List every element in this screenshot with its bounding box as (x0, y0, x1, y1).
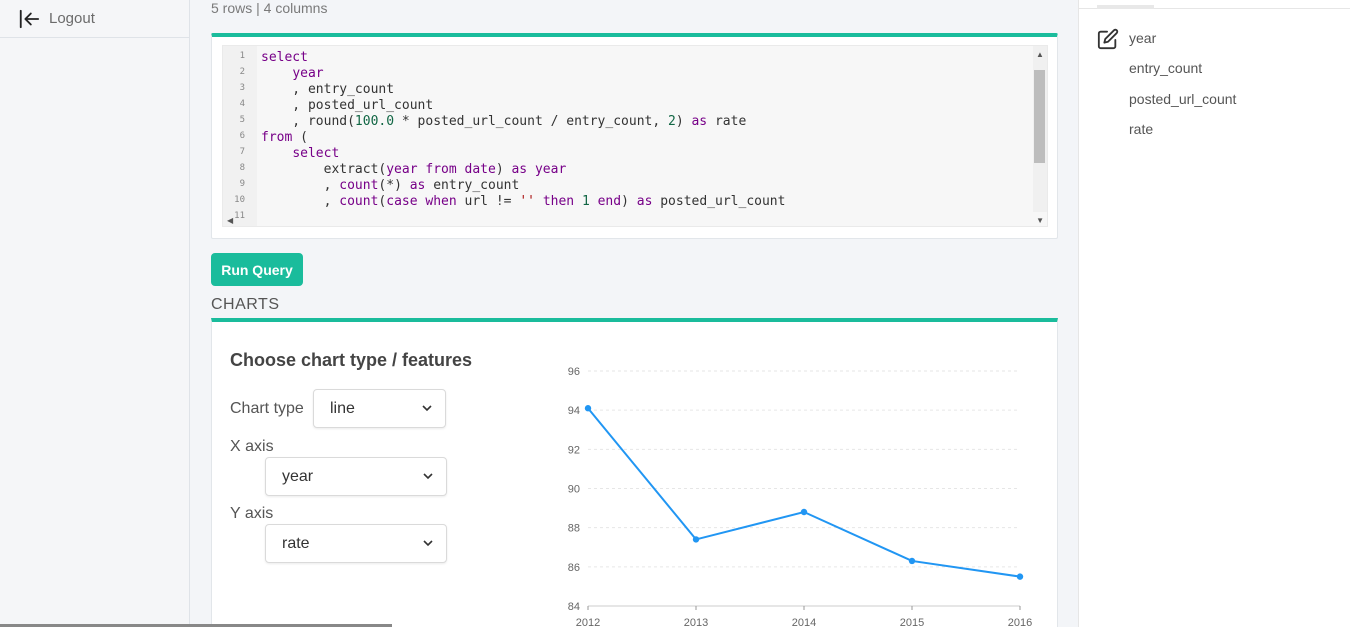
column-item-rate[interactable]: rate (1129, 121, 1153, 137)
y-tick-label: 96 (568, 366, 580, 378)
chevron-down-icon (422, 405, 432, 412)
logout-icon (19, 9, 40, 28)
sql-editor[interactable]: 1 select 2 year 3 , entry_count 4 , poste… (222, 45, 1048, 227)
data-point (800, 508, 808, 516)
x-tick-label: 2014 (792, 617, 816, 627)
code-line: 4 , posted_url_count (223, 98, 1033, 114)
chart-card: Choose chart type / features Chart type … (211, 318, 1058, 627)
line-number: 3 (239, 83, 245, 93)
line-number: 10 (234, 195, 245, 205)
column-item-entry-count[interactable]: entry_count (1129, 60, 1202, 76)
code-line: 7 select (223, 146, 1033, 162)
y-axis-select[interactable]: rate (265, 524, 447, 563)
line-number: 8 (239, 163, 245, 173)
scroll-down-icon[interactable]: ▼ (1036, 216, 1044, 225)
column-item-posted-url-count[interactable]: posted_url_count (1129, 91, 1236, 107)
editor-vertical-scrollbar[interactable]: ▲ (1033, 46, 1047, 212)
y-tick-label: 86 (568, 562, 580, 574)
code-line: 1 select (223, 50, 1033, 66)
data-point (1016, 573, 1024, 580)
line-number: 2 (239, 67, 245, 77)
code-line: 10 , count(case when url != '' then 1 en… (223, 194, 1033, 210)
line-number: 1 (239, 51, 245, 61)
chevron-down-icon (423, 473, 433, 480)
line-number: 5 (239, 115, 245, 125)
x-axis-value: year (282, 467, 314, 485)
scrollbar-thumb[interactable] (1034, 70, 1045, 163)
line-chart: 84 86 88 90 92 94 96 2012 2013 2014 2015 2016 (568, 366, 1032, 627)
y-tick-label: 88 (568, 523, 580, 535)
x-tick-label: 2015 (900, 617, 924, 627)
series-line-rate (587, 407, 1021, 578)
column-item-year[interactable]: year (1129, 30, 1156, 46)
chart-options-title: Choose chart type / features (230, 350, 473, 370)
y-tick-label: 92 (568, 444, 580, 456)
code-line: 3 , entry_count (223, 82, 1033, 98)
x-axis-label: X axis (230, 438, 274, 455)
data-point (908, 557, 916, 565)
x-tick-label: 2012 (576, 617, 600, 627)
columns-panel: year entry_count posted_url_count rate (1078, 0, 1350, 627)
panel-tab[interactable] (1097, 5, 1154, 9)
chart-type-select[interactable]: line (313, 389, 446, 428)
chart-type-label: Chart type (230, 400, 304, 417)
sql-editor-card: 1 select 2 year 3 , entry_count 4 , poste… (211, 33, 1058, 239)
code-line: 9 , count(*) as entry_count (223, 178, 1033, 194)
left-sidebar: Logout (0, 0, 190, 627)
y-tick-label: 90 (568, 484, 580, 496)
y-tick-label: 94 (568, 405, 580, 417)
x-tick-label: 2013 (684, 617, 708, 627)
code-line: 5 , round(100.0 * posted_url_count / ent… (223, 114, 1033, 130)
y-axis-label: Y axis (230, 505, 274, 522)
x-axis-select[interactable]: year (265, 457, 447, 496)
code-line: 6 from ( (223, 130, 1033, 146)
edit-icon[interactable] (1097, 28, 1119, 50)
data-point (692, 536, 700, 543)
code-line: 11 (223, 210, 1033, 226)
query-meta: 5 rows | 4 columns (211, 0, 328, 16)
line-number: 4 (239, 99, 245, 109)
data-point (584, 405, 592, 412)
line-number: 9 (239, 179, 245, 189)
y-axis-value: rate (282, 534, 310, 552)
line-number: 6 (239, 131, 245, 141)
run-query-button[interactable]: Run Query (211, 253, 303, 286)
logout-button[interactable]: Logout (0, 0, 189, 38)
scroll-left-icon[interactable]: ◀ (227, 216, 233, 225)
y-tick-label: 84 (568, 601, 580, 613)
code-line: 2 year (223, 66, 1033, 82)
scroll-up-icon[interactable]: ▲ (1036, 50, 1044, 59)
chart-type-value: line (330, 399, 355, 417)
line-number: 7 (239, 147, 245, 157)
charts-section-title: CHARTS (211, 296, 280, 313)
code-lines: 1 select 2 year 3 , entry_count 4 , poste… (223, 50, 1033, 226)
x-tick-label: 2016 (1008, 617, 1032, 627)
code-line: 8 extract(year from date) as year (223, 162, 1033, 178)
chevron-down-icon (423, 540, 433, 547)
logout-label: Logout (49, 10, 95, 27)
